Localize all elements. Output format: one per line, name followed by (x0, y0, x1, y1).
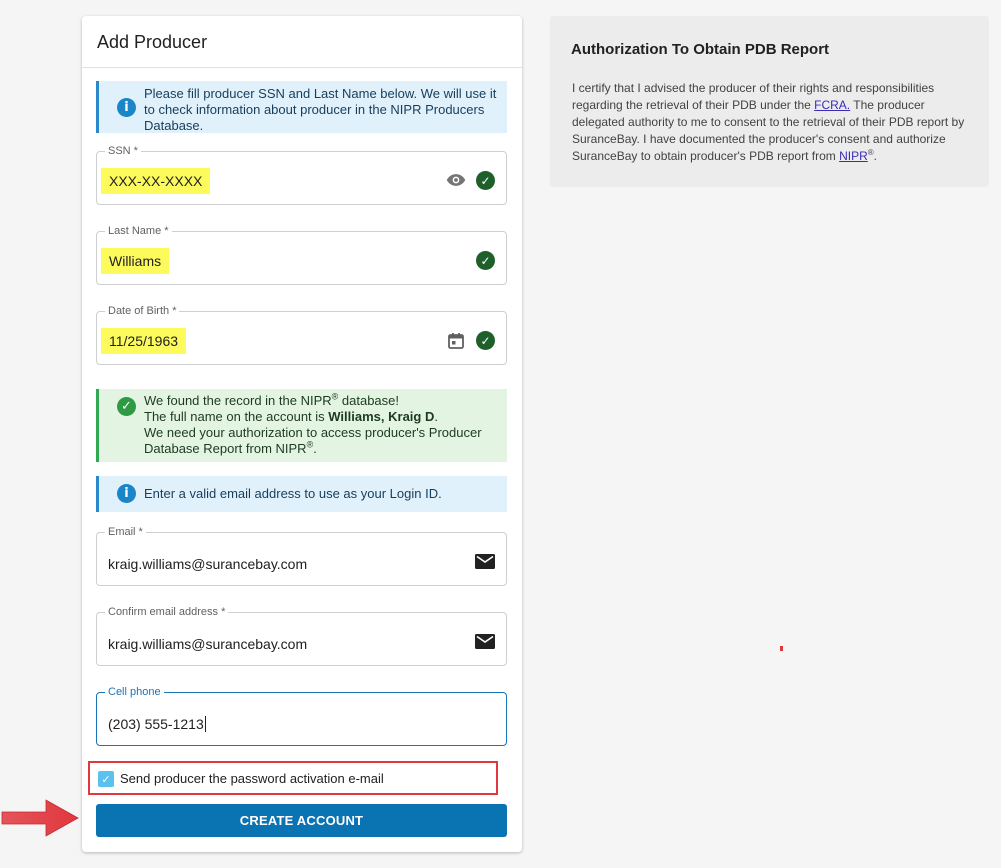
eye-icon[interactable] (446, 173, 466, 187)
producer-full-name: Williams, Kraig D (328, 409, 435, 424)
authorization-title: Authorization To Obtain PDB Report (571, 41, 830, 58)
check-circle-icon: ✓ (476, 251, 495, 270)
check-circle-icon: ✓ (117, 397, 136, 416)
ssn-info-text: Please fill producer SSN and Last Name b… (144, 86, 497, 133)
text-caret (204, 716, 206, 732)
card-title: Add Producer (97, 32, 208, 52)
record-found-alert: ✓ We found the record in the NIPR® datab… (96, 389, 507, 462)
dob-label: Date of Birth * (105, 305, 180, 318)
nipr-link[interactable]: NIPR (839, 149, 868, 163)
red-arrow-annotation (1, 799, 79, 837)
mail-icon (475, 554, 495, 569)
email-info-alert: i Enter a valid email address to use as … (96, 476, 507, 512)
email-label: Email * (105, 526, 146, 539)
check-circle-icon: ✓ (476, 171, 495, 190)
mail-icon (475, 634, 495, 649)
red-mark (780, 646, 783, 651)
email-value[interactable]: kraig.williams@surancebay.com (108, 555, 307, 573)
send-activation-email-label[interactable]: Send producer the password activation e-… (120, 771, 384, 786)
send-activation-email-checkbox[interactable]: ✓ (98, 771, 114, 787)
ssn-field[interactable]: SSN * XXX-XX-XXXX ✓ (96, 145, 507, 205)
email-field[interactable]: Email * kraig.williams@surancebay.com (96, 526, 507, 586)
dob-field[interactable]: Date of Birth * 11/25/1963 ✓ (96, 305, 507, 365)
fcra-link[interactable]: FCRA. (814, 98, 850, 112)
cell-phone-label: Cell phone (105, 686, 164, 699)
calendar-icon[interactable] (447, 332, 465, 350)
last-name-field[interactable]: Last Name * Williams ✓ (96, 225, 507, 285)
create-account-button[interactable]: CREATE ACCOUNT (96, 804, 507, 837)
ssn-label: SSN * (105, 145, 141, 158)
add-producer-card: Add Producer i Please fill producer SSN … (82, 16, 522, 852)
title-divider (82, 67, 522, 68)
info-icon: i (117, 98, 136, 117)
dob-value[interactable]: 11/25/1963 (101, 328, 187, 354)
record-found-text: We found the record in the NIPR® databas… (144, 391, 482, 456)
email-info-text: Enter a valid email address to use as yo… (144, 486, 442, 501)
info-icon: i (117, 484, 136, 503)
check-circle-icon: ✓ (476, 331, 495, 350)
ssn-value[interactable]: XXX-XX-XXXX (101, 168, 211, 194)
confirm-email-field[interactable]: Confirm email address * kraig.williams@s… (96, 606, 507, 666)
confirm-email-label: Confirm email address * (105, 606, 229, 619)
send-activation-email-option[interactable]: ✓ Send producer the password activation … (88, 761, 498, 795)
authorization-panel: Authorization To Obtain PDB Report I cer… (550, 16, 989, 187)
cell-phone-input[interactable]: (203) 555-1213 (108, 715, 206, 733)
ssn-info-alert: i Please fill producer SSN and Last Name… (96, 81, 507, 133)
last-name-label: Last Name * (105, 225, 172, 238)
last-name-value[interactable]: Williams (101, 248, 170, 274)
cell-phone-field[interactable]: Cell phone (203) 555-1213 (96, 686, 507, 746)
authorization-text: I certify that I advised the producer of… (572, 81, 965, 163)
confirm-email-value[interactable]: kraig.williams@surancebay.com (108, 635, 307, 653)
